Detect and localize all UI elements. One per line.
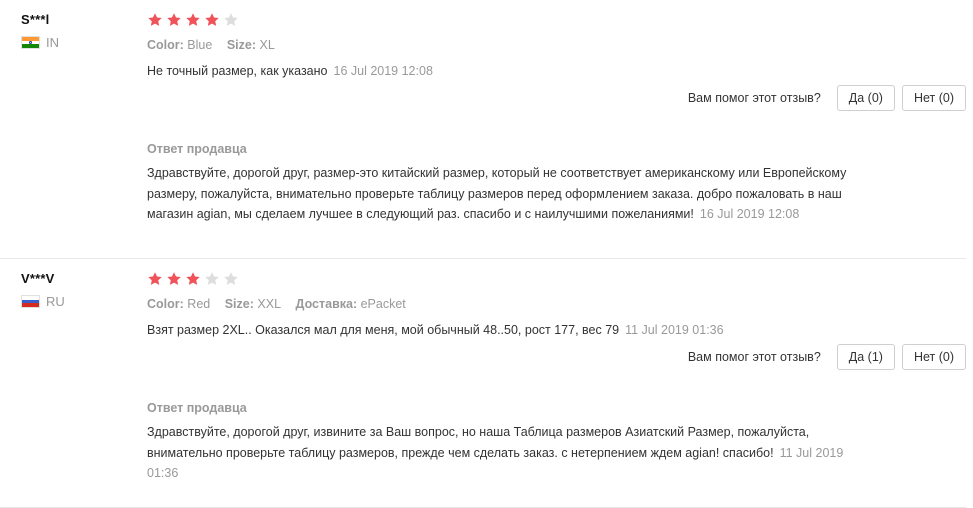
- seller-reply-text: Здравствуйте, дорогой друг, размер-это к…: [147, 166, 847, 221]
- helpful-vote: Вам помог этот отзыв? Да (1) Нет (0): [688, 344, 966, 370]
- seller-reply: Ответ продавца Здравствуйте, дорогой дру…: [147, 142, 847, 225]
- seller-reply-text: Здравствуйте, дорогой друг, извините за …: [147, 425, 844, 480]
- review-body: Color: Red Size: XXL Доставка: ePacket В…: [147, 271, 965, 337]
- attr-color: Color: Red: [147, 297, 211, 311]
- helpful-yes-button[interactable]: Да (1): [836, 344, 895, 370]
- attr-size: Size: XXL: [224, 297, 282, 311]
- star-filled-icon: [185, 271, 201, 287]
- attr-shipping: Доставка: ePacket: [295, 297, 406, 311]
- helpful-yes-button[interactable]: Да (0): [836, 85, 895, 111]
- star-filled-icon: [204, 12, 220, 28]
- star-empty-icon: [223, 12, 239, 28]
- review-attributes: Color: Blue Size: XL: [147, 38, 965, 52]
- star-filled-icon: [147, 271, 163, 287]
- review-text: Взят размер 2XL.. Оказался мал для меня,…: [147, 323, 724, 337]
- review-body: Color: Blue Size: XL Не точный размер, к…: [147, 12, 965, 78]
- star-filled-icon: [166, 12, 182, 28]
- reviewer-country: IN: [21, 35, 59, 50]
- star-empty-icon: [204, 271, 220, 287]
- star-rating: [147, 271, 965, 287]
- attr-color: Color: Blue: [147, 38, 213, 52]
- star-filled-icon: [147, 12, 163, 28]
- reviewer-name: V***V: [21, 271, 55, 286]
- review-item: S***l IN Color: Blue Size: XL Не точный …: [0, 0, 973, 259]
- country-code: RU: [46, 294, 65, 309]
- attr-size: Size: XL: [226, 38, 275, 52]
- reviewer-country: RU: [21, 294, 65, 309]
- helpful-question: Вам помог этот отзыв?: [687, 350, 821, 364]
- reviewer-info: V***V RU: [21, 271, 65, 309]
- review-attributes: Color: Red Size: XXL Доставка: ePacket: [147, 297, 965, 311]
- helpful-no-button[interactable]: Нет (0): [901, 344, 966, 370]
- star-rating: [147, 12, 965, 28]
- reviewer-name: S***l: [21, 12, 50, 27]
- seller-reply-title: Ответ продавца: [147, 401, 247, 415]
- review-date: 16 Jul 2019 12:08: [333, 64, 433, 78]
- star-filled-icon: [185, 12, 201, 28]
- seller-reply-date: 16 Jul 2019 12:08: [699, 207, 800, 221]
- review-item: V***V RU Color: Red Size: XXL Доставка: …: [0, 259, 973, 508]
- seller-reply: Ответ продавца Здравствуйте, дорогой дру…: [147, 401, 847, 484]
- star-filled-icon: [166, 271, 182, 287]
- star-empty-icon: [223, 271, 239, 287]
- russia-flag-icon: [21, 295, 40, 308]
- helpful-vote: Вам помог этот отзыв? Да (0) Нет (0): [688, 85, 966, 111]
- reviewer-info: S***l IN: [21, 12, 59, 50]
- country-code: IN: [46, 35, 59, 50]
- review-date: 11 Jul 2019 01:36: [625, 323, 724, 337]
- india-flag-icon: [21, 36, 40, 49]
- helpful-question: Вам помог этот отзыв?: [687, 91, 821, 105]
- helpful-no-button[interactable]: Нет (0): [901, 85, 966, 111]
- seller-reply-title: Ответ продавца: [147, 142, 247, 156]
- review-text: Не точный размер, как указано 16 Jul 2019…: [147, 64, 433, 78]
